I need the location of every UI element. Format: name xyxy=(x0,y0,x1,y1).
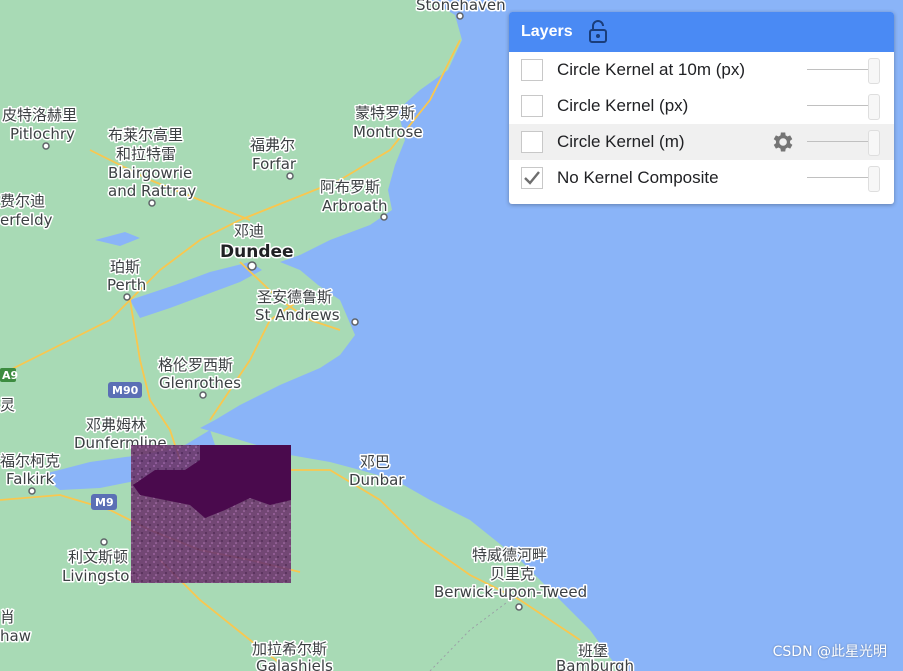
svg-text:蒙特罗斯: 蒙特罗斯 xyxy=(355,104,415,122)
svg-text:Pitlochry: Pitlochry xyxy=(10,125,75,143)
watermark: CSDN @此星光明 xyxy=(772,644,887,660)
layers-panel: Layers Circle Kernel at 10m (px) Circle … xyxy=(509,12,894,204)
slider-thumb[interactable] xyxy=(868,166,880,192)
svg-text:邓巴: 邓巴 xyxy=(360,453,390,471)
svg-text:阿布罗斯: 阿布罗斯 xyxy=(320,178,380,196)
opacity-slider[interactable] xyxy=(807,166,883,192)
svg-text:Falkirk: Falkirk xyxy=(6,470,55,488)
svg-text:and Rattray: and Rattray xyxy=(108,182,196,200)
svg-text:特威德河畔: 特威德河畔 xyxy=(472,546,547,564)
svg-text:Arbroath: Arbroath xyxy=(322,197,388,215)
svg-text:珀斯: 珀斯 xyxy=(110,258,140,276)
layer-visibility-checkbox[interactable] xyxy=(521,167,543,189)
svg-text:皮特洛赫里: 皮特洛赫里 xyxy=(2,106,77,124)
slider-thumb[interactable] xyxy=(868,94,880,120)
svg-text:erfeldy: erfeldy xyxy=(0,211,53,229)
svg-text:福尔柯克: 福尔柯克 xyxy=(0,452,60,470)
svg-text:Bamburgh: Bamburgh xyxy=(556,657,634,671)
svg-text:A9: A9 xyxy=(2,369,18,382)
svg-text:圣安德鲁斯: 圣安德鲁斯 xyxy=(257,288,332,306)
layer-visibility-checkbox[interactable] xyxy=(521,95,543,117)
svg-text:肖: 肖 xyxy=(0,608,15,626)
svg-text:费尔迪: 费尔迪 xyxy=(0,192,45,210)
slider-thumb[interactable] xyxy=(868,58,880,84)
svg-text:Glenrothes: Glenrothes xyxy=(159,374,241,392)
opacity-slider[interactable] xyxy=(807,130,883,156)
opacity-slider[interactable] xyxy=(807,94,883,120)
layer-name: Circle Kernel (px) xyxy=(557,96,689,115)
svg-text:加拉希尔斯: 加拉希尔斯 xyxy=(252,640,327,658)
svg-text:Berwick-upon-Tweed: Berwick-upon-Tweed xyxy=(434,583,587,601)
layers-title: Layers xyxy=(521,23,573,40)
layer-row-circle-kernel-m[interactable]: Circle Kernel (m) xyxy=(509,124,894,160)
layer-row-circle-kernel-10m[interactable]: Circle Kernel at 10m (px) xyxy=(509,52,894,88)
svg-text:Blairgowrie: Blairgowrie xyxy=(108,164,192,182)
slider-thumb[interactable] xyxy=(868,130,880,156)
svg-text:Dundee: Dundee xyxy=(220,242,294,262)
svg-text:M90: M90 xyxy=(112,384,139,397)
svg-text:邓迪: 邓迪 xyxy=(234,222,264,240)
layer-row-no-kernel-composite[interactable]: No Kernel Composite xyxy=(509,160,894,196)
layer-row-circle-kernel-px[interactable]: Circle Kernel (px) xyxy=(509,88,894,124)
svg-text:St Andrews: St Andrews xyxy=(255,306,340,324)
svg-text:邓弗姆林: 邓弗姆林 xyxy=(86,416,146,434)
svg-text:Perth: Perth xyxy=(107,276,146,294)
svg-text:Livingston: Livingston xyxy=(62,567,139,585)
svg-text:Montrose: Montrose xyxy=(353,123,423,141)
svg-text:Stonehaven: Stonehaven xyxy=(416,0,506,14)
svg-text:布莱尔高里: 布莱尔高里 xyxy=(108,126,183,144)
svg-text:Forfar: Forfar xyxy=(252,155,297,173)
svg-text:贝里克: 贝里克 xyxy=(490,565,535,583)
layer-name: No Kernel Composite xyxy=(557,168,719,187)
svg-text:利文斯顿: 利文斯顿 xyxy=(68,548,128,566)
svg-text:Galashiels: Galashiels xyxy=(256,657,333,671)
svg-text:M9: M9 xyxy=(95,496,114,509)
layer-visibility-checkbox[interactable] xyxy=(521,59,543,81)
layers-header: Layers xyxy=(509,12,894,52)
svg-text:灵: 灵 xyxy=(0,396,15,414)
unlock-icon[interactable] xyxy=(587,20,609,44)
layer-visibility-checkbox[interactable] xyxy=(521,131,543,153)
opacity-slider[interactable] xyxy=(807,58,883,84)
svg-text:和拉特雷: 和拉特雷 xyxy=(116,145,176,163)
checkmark-icon xyxy=(524,171,540,185)
svg-text:格伦罗西斯: 格伦罗西斯 xyxy=(158,356,233,374)
svg-text:haw: haw xyxy=(0,627,31,645)
layer-name: Circle Kernel at 10m (px) xyxy=(557,60,746,79)
svg-text:Dunbar: Dunbar xyxy=(349,471,405,489)
raster-overlay-tile xyxy=(131,445,291,583)
svg-text:福弗尔: 福弗尔 xyxy=(250,136,295,154)
gear-icon[interactable] xyxy=(769,129,795,155)
layer-name: Circle Kernel (m) xyxy=(557,132,685,151)
